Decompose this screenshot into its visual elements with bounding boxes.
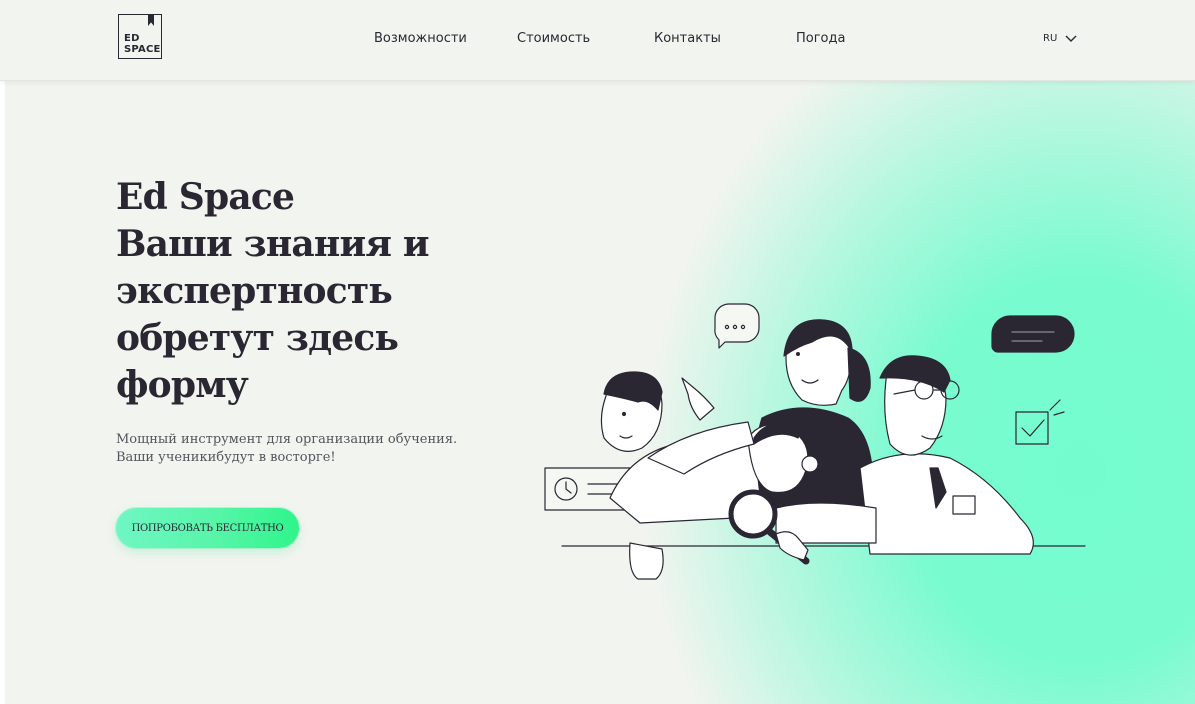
hero-subtitle-line: Мощный инструмент для организации обучен… xyxy=(116,432,458,447)
nav-link-pricing[interactable]: Стоимость xyxy=(517,31,590,46)
nav-link-weather[interactable]: Погода xyxy=(796,31,845,46)
ed-space-logo[interactable]: ED SPACE xyxy=(118,14,162,59)
hero-title-line: экспертность xyxy=(116,270,393,312)
hero-subtitle: Мощный инструмент для организации обучен… xyxy=(116,431,476,467)
team-illustration xyxy=(544,303,1086,580)
hero-subtitle-line: Ваши ученикибудут в восторге! xyxy=(116,450,336,465)
page-edge xyxy=(0,0,5,704)
nav-link-features[interactable]: Возможности xyxy=(374,31,467,46)
try-free-button[interactable]: ПОПРОБОВАТЬ БЕСПЛАТНО xyxy=(116,508,299,548)
chat-bubble-icon xyxy=(714,303,760,349)
hero-title-line: Ваши знания и xyxy=(116,223,430,265)
nav-link-contacts[interactable]: Контакты xyxy=(654,31,721,46)
person-pointing xyxy=(600,371,781,580)
chevron-down-icon xyxy=(1065,35,1077,42)
logo-text-line2: SPACE xyxy=(124,44,161,55)
person-man-glasses xyxy=(859,355,1034,555)
bookmark-icon xyxy=(148,14,154,26)
logo-text-line1: ED xyxy=(124,33,140,44)
message-bubble-icon xyxy=(991,315,1075,353)
language-selector[interactable]: RU xyxy=(1043,33,1077,44)
hero-title-line: форму xyxy=(116,364,249,406)
language-label: RU xyxy=(1043,33,1058,44)
hero-title-line: обретут здесь xyxy=(116,317,399,359)
hero-title-line: Ed Space xyxy=(116,176,295,218)
checkbox-icon xyxy=(1015,399,1065,445)
hero-title: Ed Space Ваши знания и экспертность обре… xyxy=(116,174,536,409)
top-navbar: ED SPACE Возможности Стоимость Контакты … xyxy=(0,0,1195,81)
